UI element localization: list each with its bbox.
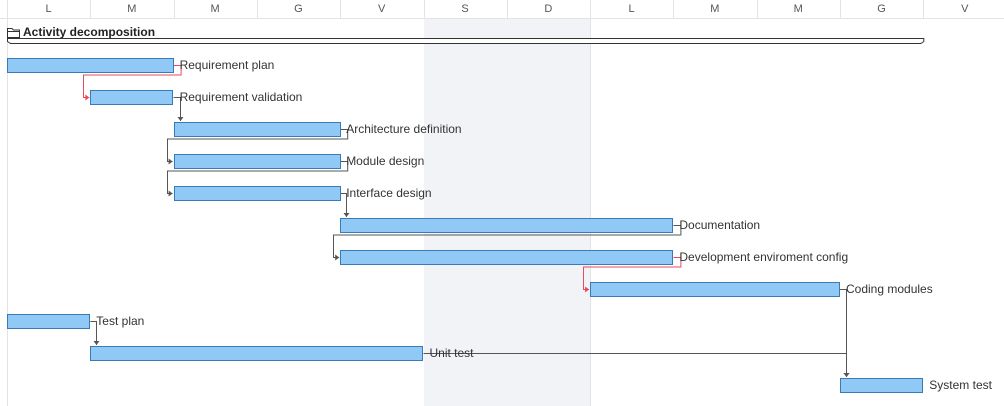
task-label: Unit test (429, 346, 474, 360)
task-bar[interactable] (174, 122, 341, 137)
dependency-arrow (177, 117, 184, 121)
task-label: Module design (346, 154, 425, 168)
dependency-arrow (93, 341, 100, 345)
task-bar[interactable] (174, 154, 341, 169)
task-bar[interactable] (7, 314, 90, 329)
task-bar[interactable] (340, 250, 673, 265)
dependency-arrow (85, 94, 90, 101)
task-label: Requirement plan (179, 58, 275, 72)
dependency-arrow (585, 286, 590, 293)
dependency-arrow (335, 254, 340, 261)
summary-bar (7, 38, 925, 44)
task-label: Interface design (346, 186, 432, 200)
task-bar[interactable] (90, 346, 423, 361)
task-label: Architecture definition (346, 122, 462, 136)
task-label: Development enviroment config (679, 250, 849, 264)
task-label: Requirement validation (179, 90, 303, 104)
task-label: Documentation (679, 218, 761, 232)
dependency-link (840, 289, 847, 377)
task-label: System test (929, 378, 992, 392)
gantt-chart: LMMGVSDLMMGV Activity decomposition Requ… (0, 0, 1004, 406)
task-label: Coding modules (846, 282, 933, 296)
task-label: Test plan (96, 314, 145, 328)
task-bar[interactable] (7, 58, 174, 73)
dependency-arrow (168, 190, 173, 197)
task-bar[interactable] (174, 186, 341, 201)
gantt-canvas (7, 38, 925, 393)
task-bar[interactable] (590, 282, 840, 297)
task-bar[interactable] (90, 90, 173, 105)
dependency-link (423, 353, 847, 377)
task-bar[interactable] (840, 378, 923, 393)
dependency-arrow (843, 373, 850, 377)
task-bar[interactable] (340, 218, 673, 233)
dependency-arrow (168, 158, 173, 165)
dependency-arrow (343, 213, 350, 217)
